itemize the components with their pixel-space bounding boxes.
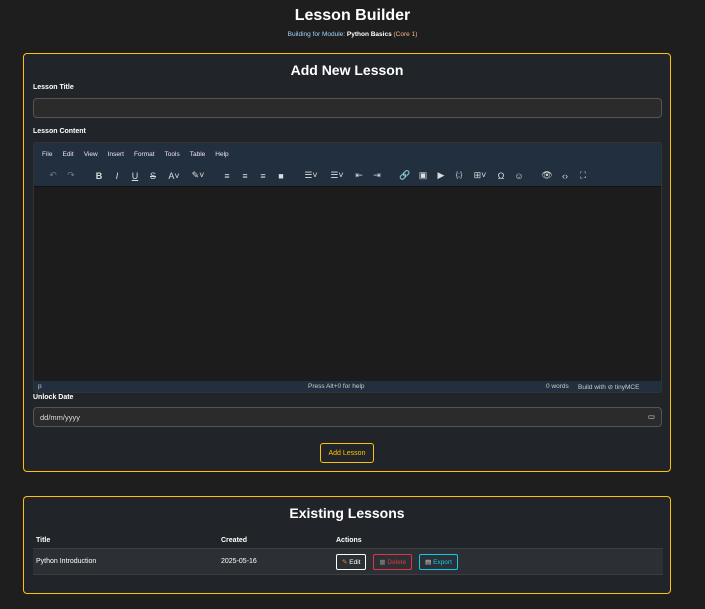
lesson-title: Python Introduction [33,548,218,575]
delete-label: Delete [387,558,407,566]
align-right-icon[interactable]: ≡ [254,171,272,181]
editor-statusbar: p Press Alt+0 for help 0 words Build wit… [34,381,661,392]
strikethrough-icon[interactable]: S [144,171,162,181]
edit-button[interactable]: ✎ Edit [336,553,367,570]
calendar-icon[interactable]: ▭ [648,412,655,421]
bullet-list-icon[interactable]: ☰˅ [298,170,324,181]
media-icon[interactable]: ▶ [432,170,450,181]
editor-menubar: File Edit View Insert Format Tools Table… [34,143,661,165]
menu-edit[interactable]: Edit [62,151,73,165]
menu-insert[interactable]: Insert [108,151,124,165]
menu-format[interactable]: Format [134,151,155,165]
menu-table[interactable]: Table [190,151,206,165]
module-suffix: (Core 1) [393,31,418,38]
export-button[interactable]: ▤ Export [419,553,458,570]
trash-icon: ▦ [379,558,386,566]
add-lesson-heading: Add New Lesson [290,62,404,78]
undo-icon[interactable]: ↶ [44,170,62,181]
lesson-title-input[interactable] [33,98,662,118]
tinymce-brand[interactable]: Build with ⊘ tinyMCE [578,383,639,391]
outdent-icon[interactable]: ⇤ [350,170,368,181]
help-hint: Press Alt+0 for help [308,383,365,390]
menu-view[interactable]: View [84,151,98,165]
italic-icon[interactable]: I [108,171,126,181]
lesson-content-label: Lesson Content [33,128,86,135]
unlock-date-label: Unlock Date [33,394,74,401]
bold-icon[interactable]: B [90,171,108,181]
document-icon: ▤ [425,558,432,566]
table-row: Python Introduction 2025-05-16 ✎ Edit ▦ … [33,548,663,575]
edit-label: Edit [349,558,361,566]
code-sample-icon[interactable]: {;} [450,172,468,179]
fullscreen-icon[interactable]: ⛶ [574,170,592,181]
element-path[interactable]: p [38,383,308,390]
table-icon[interactable]: ⊞˅ [468,170,492,181]
word-count[interactable]: 0 words [546,383,578,390]
pencil-icon: ✎ [342,558,348,566]
highlight-icon[interactable]: ✎˅ [186,170,210,181]
align-left-icon[interactable]: ≡ [218,171,236,181]
link-icon[interactable]: 🔗 [396,170,414,181]
date-placeholder: dd/mm/yyyy [40,413,81,422]
module-name: Python Basics [346,31,392,38]
source-code-icon[interactable]: ‹› [556,171,574,181]
special-char-icon[interactable]: Ω [492,171,510,181]
lesson-title-label: Lesson Title [33,84,74,91]
redo-icon[interactable]: ↷ [62,170,80,181]
emoji-icon[interactable]: ☺ [510,171,528,181]
column-created: Created [218,533,333,549]
lessons-table: Title Created Actions Python Introduction … [33,533,663,575]
add-lesson-card: Add New Lesson Lesson Title Lesson Conte… [23,53,671,472]
menu-help[interactable]: Help [215,151,228,165]
module-subtitle: Building for Module: Python Basics (Core… [0,31,705,38]
page-title: Lesson Builder [294,7,411,24]
subtitle-prefix: Building for Module: [287,31,346,38]
rich-text-editor[interactable]: File Edit View Insert Format Tools Table… [33,142,662,393]
editor-toolbar: ↶ ↷ B I U S A˅ ✎˅ ≡ ≡ ≡ ■ ☰˅ ☰˅ ⇤ ⇥ 🔗 ▣ … [34,165,661,187]
column-actions: Actions [333,533,663,549]
add-lesson-button[interactable]: Add Lesson [320,443,374,463]
existing-lessons-card: Existing Lessons Title Created Actions Pyt… [23,496,671,594]
lesson-created: 2025-05-16 [218,548,333,575]
justify-icon[interactable]: ■ [272,171,290,181]
indent-icon[interactable]: ⇥ [368,170,386,181]
image-icon[interactable]: ▣ [414,170,432,181]
column-title: Title [33,533,218,549]
align-center-icon[interactable]: ≡ [236,171,254,181]
export-label: Export [433,558,452,566]
underline-icon[interactable]: U [126,171,144,181]
menu-file[interactable]: File [42,151,52,165]
unlock-date-input[interactable]: dd/mm/yyyy ▭ [33,407,662,427]
delete-button[interactable]: ▦ Delete [373,553,413,570]
menu-tools[interactable]: Tools [165,151,180,165]
text-color-icon[interactable]: A˅ [162,171,186,181]
numbered-list-icon[interactable]: ☰˅ [324,170,350,181]
existing-lessons-heading: Existing Lessons [289,505,405,521]
preview-icon[interactable]: 👁 [538,170,556,181]
